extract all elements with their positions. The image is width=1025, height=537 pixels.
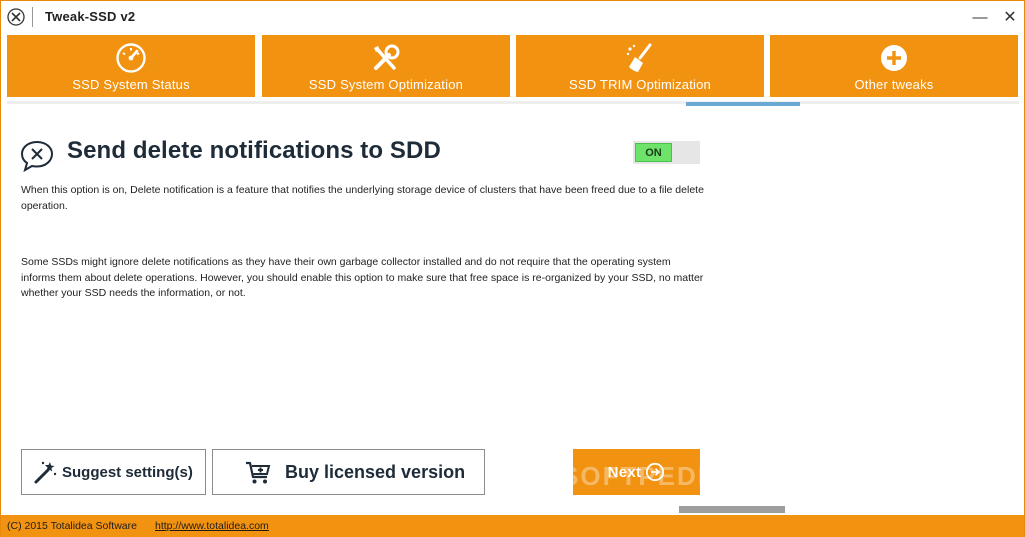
tab-label: SSD System Status [72,77,190,92]
minimize-button[interactable]: — [967,5,993,29]
tab-bar: SSD System Status SSD System Optimizatio… [7,35,1019,97]
website-link[interactable]: http://www.totalidea.com [155,520,269,532]
horizontal-scrollbar-thumb[interactable] [679,506,785,513]
app-window: Tweak-SSD v2 — ✕ SSD System Status SSD S… [0,0,1025,537]
status-bar: (C) 2015 Totalidea Software http://www.t… [1,515,1024,537]
suggest-settings-button[interactable]: Suggest setting(s) [21,449,206,495]
window-title: Tweak-SSD v2 [45,9,136,24]
next-button[interactable]: Next [573,449,700,495]
broom-icon [623,41,657,75]
tab-active-indicator [686,102,800,106]
arrow-right-circle-icon [645,462,665,482]
copyright-text: (C) 2015 Totalidea Software [7,520,137,532]
toggle-on-label: ON [635,143,672,162]
title-separator [32,7,33,27]
suggest-settings-label: Suggest setting(s) [62,463,193,481]
description-paragraph-1: When this option is on, Delete notificat… [21,184,704,212]
description-paragraph-2: Some SSDs might ignore delete notificati… [21,256,704,299]
tab-ssd-trim-optimization[interactable]: SSD TRIM Optimization [516,35,764,97]
close-button[interactable]: ✕ [997,5,1023,29]
tab-ssd-system-optimization[interactable]: SSD System Optimization [262,35,510,97]
tab-other-tweaks[interactable]: Other tweaks [770,35,1018,97]
speedometer-icon [114,41,148,75]
tab-label: SSD TRIM Optimization [569,77,711,92]
title-bar[interactable]: Tweak-SSD v2 — ✕ [1,1,1024,33]
buy-licensed-version-label: Buy licensed version [285,461,466,482]
tab-label: Other tweaks [854,77,934,92]
delete-notifications-toggle[interactable]: ON [633,141,700,164]
buy-licensed-version-button[interactable]: Buy licensed version [212,449,485,495]
next-label: Next [607,463,642,481]
tools-icon [369,41,403,75]
tab-label: SSD System Optimization [308,77,464,92]
cart-add-icon [243,457,273,487]
option-heading: Send delete notifications to SDD [67,137,441,164]
magic-wand-icon [30,457,60,487]
tab-ssd-system-status[interactable]: SSD System Status [7,35,255,97]
speech-bubble-close-icon [19,139,55,173]
app-tools-icon[interactable] [7,8,25,26]
tab-divider [7,101,1019,104]
plus-circle-icon [877,41,911,75]
